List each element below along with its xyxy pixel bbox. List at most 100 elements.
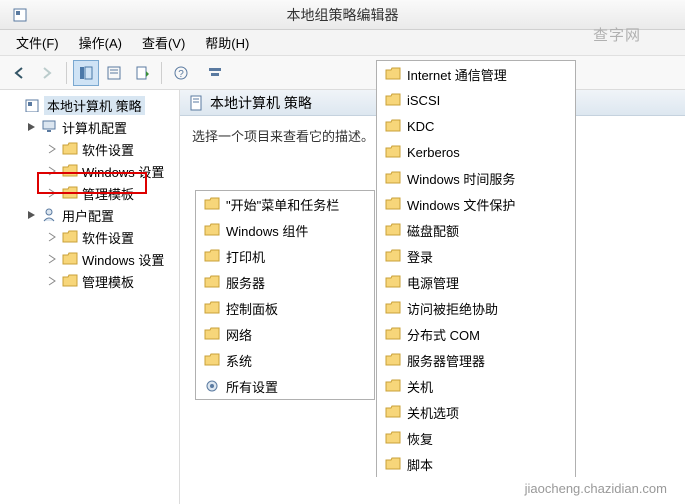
tree-windows-settings[interactable]: Windows 设置 (4, 248, 179, 270)
folder-icon (62, 230, 78, 244)
list-item[interactable]: KDC (377, 113, 575, 139)
list-item-label: "开始"菜单和任务栏 (226, 195, 339, 214)
folder-icon (385, 353, 401, 367)
folder-icon (385, 197, 401, 211)
menu-view[interactable]: 查看(V) (132, 30, 195, 55)
list-item[interactable]: 网络 (196, 321, 374, 347)
content-heading: 本地计算机 策略 (210, 93, 312, 113)
folder-icon (204, 275, 220, 289)
folder-icon (62, 142, 78, 156)
nav-forward-button[interactable] (34, 60, 60, 86)
list-item-label: 脚本 (407, 455, 433, 474)
export-list-button[interactable] (129, 60, 155, 86)
folder-icon (204, 223, 220, 237)
list-item-label: 所有设置 (226, 377, 278, 396)
nav-back-button[interactable] (6, 60, 32, 86)
tree-user-config[interactable]: 用户配置 (4, 204, 179, 226)
list-item[interactable]: Windows 组件 (196, 217, 374, 243)
list-item[interactable]: 恢复 (377, 425, 575, 451)
list-item-label: Internet 通信管理 (407, 65, 507, 84)
tree-root[interactable]: 本地计算机 策略 (4, 94, 179, 116)
folder-icon (204, 327, 220, 341)
tree-label: Windows 设置 (82, 250, 164, 269)
tree-label: 计算机配置 (62, 118, 127, 137)
list-item-label: Windows 时间服务 (407, 169, 515, 188)
list-item-label: 打印机 (226, 247, 265, 266)
list-item-label: 关机 (407, 377, 433, 396)
folder-icon (385, 249, 401, 263)
folder-icon (62, 252, 78, 266)
tree-label: 用户配置 (62, 206, 114, 225)
list-item-label: 磁盘配额 (407, 221, 459, 240)
computer-icon (42, 120, 58, 134)
properties-button[interactable] (101, 60, 127, 86)
tree-label: 本地计算机 策略 (44, 96, 145, 115)
category-list-admin-template: "开始"菜单和任务栏 Windows 组件打印机服务器控制面板网络系统所有设置 (195, 190, 375, 400)
folder-icon (204, 301, 220, 315)
list-item[interactable]: Internet 通信管理 (377, 61, 575, 87)
list-item[interactable]: 系统 (196, 347, 374, 373)
watermark-brand: 查字网 (593, 24, 641, 45)
list-item[interactable]: 脚本 (377, 451, 575, 477)
help-button[interactable]: ? (168, 60, 194, 86)
list-item[interactable]: 服务器管理器 (377, 347, 575, 373)
menu-bar: 文件(F) 操作(A) 查看(V) 帮助(H) (0, 30, 685, 56)
list-item-label: 控制面板 (226, 299, 278, 318)
list-item-label: 网络 (226, 325, 252, 344)
expander-open-icon[interactable] (26, 121, 38, 133)
toolbar-divider (161, 62, 162, 84)
list-item[interactable]: Windows 时间服务 (377, 165, 575, 191)
expander-closed-icon[interactable] (46, 253, 58, 265)
folder-icon (204, 353, 220, 367)
watermark-url: jiaocheng.chazidian.com (525, 481, 667, 496)
tree-software-settings[interactable]: 软件设置 (4, 226, 179, 248)
expander-icon[interactable] (8, 99, 20, 111)
tree-software-settings[interactable]: 软件设置 (4, 138, 179, 160)
list-item[interactable]: 访问被拒绝协助 (377, 295, 575, 321)
list-item[interactable]: 打印机 (196, 243, 374, 269)
show-hide-tree-button[interactable] (73, 60, 99, 86)
expander-closed-icon[interactable] (46, 275, 58, 287)
list-item[interactable]: "开始"菜单和任务栏 (196, 191, 374, 217)
list-item-label: 分布式 COM (407, 325, 480, 344)
list-item-label: 关机选项 (407, 403, 459, 422)
folder-icon (204, 249, 220, 263)
list-item-label: 访问被拒绝协助 (407, 299, 498, 318)
menu-action[interactable]: 操作(A) (69, 30, 132, 55)
expander-open-icon[interactable] (26, 209, 38, 221)
list-item[interactable]: 分布式 COM (377, 321, 575, 347)
tree-label: 软件设置 (82, 140, 134, 159)
tree-computer-config[interactable]: 计算机配置 (4, 116, 179, 138)
list-item[interactable]: Kerberos (377, 139, 575, 165)
list-item[interactable]: iSCSI (377, 87, 575, 113)
list-item[interactable]: 所有设置 (196, 373, 374, 399)
folder-icon (385, 145, 401, 159)
filter-button[interactable] (202, 60, 228, 86)
list-item[interactable]: 关机选项 (377, 399, 575, 425)
expander-closed-icon[interactable] (46, 143, 58, 155)
list-item[interactable]: 电源管理 (377, 269, 575, 295)
list-item[interactable]: 控制面板 (196, 295, 374, 321)
list-item[interactable]: 登录 (377, 243, 575, 269)
list-item[interactable]: Windows 文件保护 (377, 191, 575, 217)
folder-icon (385, 379, 401, 393)
title-bar: 本地组策略编辑器 (0, 0, 685, 30)
list-item-label: iSCSI (407, 93, 440, 108)
tree-admin-templates[interactable]: 管理模板 (4, 270, 179, 292)
list-item[interactable]: 关机 (377, 373, 575, 399)
app-icon (10, 5, 30, 25)
folder-icon (385, 119, 401, 133)
menu-help[interactable]: 帮助(H) (195, 30, 259, 55)
list-item-label: Windows 文件保护 (407, 195, 515, 214)
folder-icon (385, 405, 401, 419)
list-item[interactable]: 服务器 (196, 269, 374, 295)
toolbar-divider (66, 62, 67, 84)
window-title: 本地组策略编辑器 (0, 5, 685, 25)
expander-closed-icon[interactable] (46, 231, 58, 243)
list-item[interactable]: 磁盘配额 (377, 217, 575, 243)
menu-file[interactable]: 文件(F) (6, 30, 69, 55)
category-list-system: Internet 通信管理 iSCSI KDCKerberos Windows 时间服… (376, 60, 576, 477)
folder-icon (204, 197, 220, 211)
folder-icon (385, 457, 401, 471)
list-item-label: 登录 (407, 247, 433, 266)
